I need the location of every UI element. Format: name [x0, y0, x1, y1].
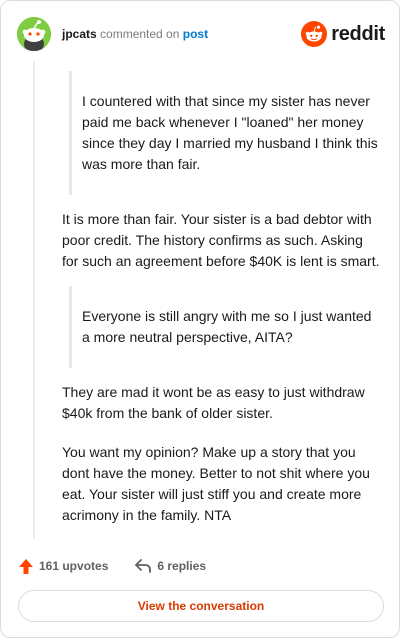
upvote-count: 161 upvotes: [39, 559, 109, 573]
quote-text: I countered with that since my sister ha…: [82, 93, 378, 172]
comment-header: jpcats commented on post reddit: [17, 17, 385, 51]
comment-body: I countered with that since my sister ha…: [62, 71, 382, 544]
upvote-button[interactable]: 161 upvotes: [18, 558, 108, 575]
post-link[interactable]: post: [183, 27, 208, 41]
reply-count: 6 replies: [157, 559, 207, 573]
reply-arrow-icon: [135, 559, 152, 573]
comment-paragraph: It is more than fair. Your sister is a b…: [62, 211, 380, 269]
comment-actions: 161 upvotes 6 replies: [18, 556, 232, 576]
comment-card: jpcats commented on post reddit I counte…: [0, 0, 400, 638]
action-text: commented on: [100, 27, 180, 41]
brand-wordmark: reddit: [331, 22, 385, 45]
comment-paragraph: You want my opinion? Make up a story tha…: [62, 444, 370, 523]
blockquote: Everyone is still angry with me so I jus…: [62, 286, 382, 368]
quote-text: Everyone is still angry with me so I jus…: [82, 308, 372, 345]
comment-paragraph: They are mad it wont be as easy to just …: [62, 384, 365, 421]
view-conversation-button[interactable]: View the conversation: [18, 590, 384, 622]
user-avatar[interactable]: [17, 17, 51, 51]
comment-meta: jpcats commented on post: [62, 27, 208, 41]
replies-button[interactable]: 6 replies: [134, 558, 206, 574]
upvote-arrow-icon: [19, 558, 33, 574]
reddit-logo[interactable]: reddit: [301, 21, 385, 47]
username-link[interactable]: jpcats: [62, 27, 97, 41]
snoo-avatar-icon: [17, 17, 51, 51]
reddit-logo-icon: [301, 21, 328, 47]
thread-line: [33, 61, 35, 539]
blockquote: I countered with that since my sister ha…: [62, 71, 382, 195]
